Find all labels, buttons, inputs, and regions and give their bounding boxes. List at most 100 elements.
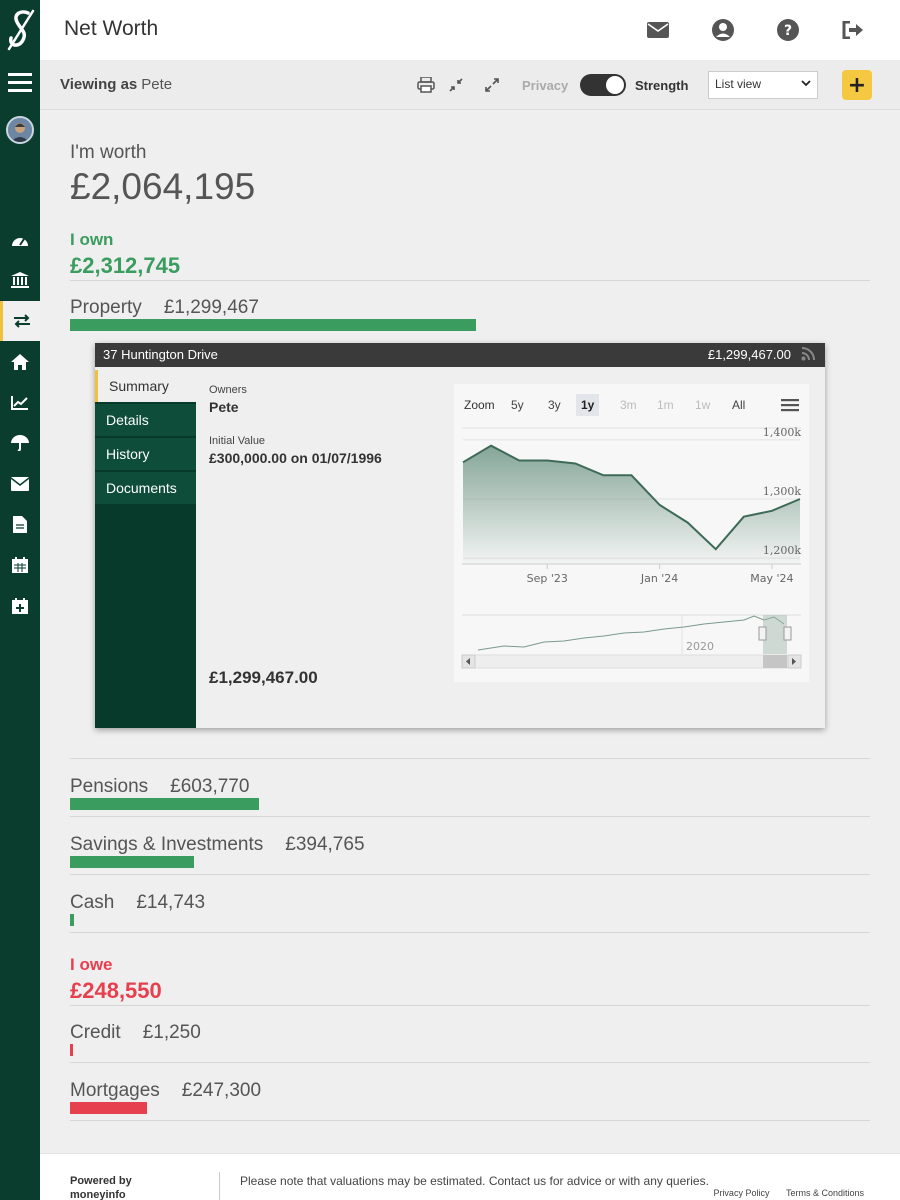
powered-by-label: Powered by bbox=[70, 1175, 132, 1187]
x-tick-label: May '24 bbox=[750, 572, 793, 585]
bank-icon bbox=[11, 272, 29, 288]
category-credit[interactable]: Credit £1,250 bbox=[70, 1022, 201, 1044]
menu-button[interactable] bbox=[0, 62, 40, 102]
chevron-down-icon bbox=[801, 80, 811, 87]
logout-button[interactable] bbox=[841, 18, 865, 42]
envelope-icon bbox=[647, 22, 669, 38]
sidebar-item-dashboard[interactable] bbox=[0, 220, 40, 260]
tab-history[interactable]: History bbox=[95, 438, 196, 470]
viewing-as-label: Viewing as bbox=[60, 76, 138, 93]
avatar[interactable] bbox=[6, 116, 34, 144]
category-bar-savings bbox=[70, 856, 194, 868]
calendar-plus-icon bbox=[12, 598, 28, 614]
collapse-all-button[interactable] bbox=[446, 75, 466, 95]
category-amount: £247,300 bbox=[181, 1080, 262, 1101]
divider bbox=[70, 1062, 870, 1063]
footer-separator bbox=[219, 1172, 220, 1200]
sidebar-item-documents[interactable] bbox=[0, 504, 40, 544]
privacy-label: Privacy bbox=[522, 78, 569, 93]
category-name: Savings & Investments bbox=[70, 834, 264, 855]
divider bbox=[70, 280, 870, 281]
sidebar-item-banking[interactable] bbox=[0, 260, 40, 300]
help-icon: ? bbox=[777, 19, 799, 41]
worth-value: £2,064,195 bbox=[70, 166, 256, 207]
footer-links: Privacy Policy Terms & Conditions bbox=[699, 1188, 864, 1198]
own-value: £2,312,745 bbox=[70, 253, 181, 278]
strength-label: Strength bbox=[635, 78, 689, 93]
divider bbox=[70, 932, 870, 933]
sidebar-item-messages[interactable] bbox=[0, 464, 40, 504]
category-cash[interactable]: Cash £14,743 bbox=[70, 892, 205, 914]
x-tick-label: Jan '24 bbox=[640, 572, 678, 585]
app-logo[interactable] bbox=[0, 0, 40, 60]
divider bbox=[70, 758, 870, 759]
sidebar-item-add-event[interactable] bbox=[0, 586, 40, 626]
printer-icon bbox=[417, 77, 435, 93]
umbrella-icon bbox=[11, 435, 29, 451]
document-icon bbox=[13, 515, 27, 533]
category-mortgages[interactable]: Mortgages £247,300 bbox=[70, 1080, 261, 1102]
top-header: Net Worth ? bbox=[40, 0, 900, 60]
sidebar-item-net-worth[interactable] bbox=[0, 301, 40, 341]
profile-button[interactable] bbox=[711, 18, 735, 42]
navigator-handle-right[interactable] bbox=[783, 626, 792, 641]
sidebar-item-insurance[interactable] bbox=[0, 423, 40, 463]
navigator-scrollbar[interactable] bbox=[461, 654, 802, 669]
x-tick-label: Sep '23 bbox=[527, 572, 568, 585]
category-name: Property bbox=[70, 297, 142, 318]
navigator-label: 2020 bbox=[686, 640, 714, 653]
category-property[interactable]: Property £1,299,467 bbox=[70, 297, 259, 319]
expand-all-button[interactable] bbox=[482, 75, 502, 95]
view-select[interactable]: List view bbox=[708, 71, 818, 99]
viewing-as-name[interactable]: Pete bbox=[141, 76, 172, 93]
divider bbox=[70, 1120, 870, 1121]
navigator-series bbox=[477, 615, 785, 651]
logout-icon bbox=[842, 21, 863, 39]
category-amount: £603,770 bbox=[170, 776, 250, 797]
category-bar-credit bbox=[70, 1044, 73, 1056]
calendar-icon bbox=[12, 557, 28, 573]
toggle-knob bbox=[606, 76, 624, 94]
chart-canvas: 1,400k1,300k1,200kSep '23 Jan '24 May '24 … bbox=[461, 426, 802, 669]
add-button[interactable]: + bbox=[842, 70, 872, 100]
divider bbox=[70, 1005, 870, 1006]
navigator-handle-left[interactable] bbox=[758, 626, 767, 641]
tab-documents[interactable]: Documents bbox=[95, 472, 196, 504]
category-name: Credit bbox=[70, 1022, 121, 1043]
category-bar-property bbox=[70, 319, 476, 331]
sidebar-item-investments[interactable] bbox=[0, 383, 40, 423]
scrollbar-thumb[interactable] bbox=[763, 655, 787, 668]
initial-value: £300,000.00 on 01/07/1996 bbox=[209, 450, 382, 466]
compress-icon bbox=[449, 78, 463, 92]
category-savings[interactable]: Savings & Investments £394,765 bbox=[70, 834, 365, 856]
tab-summary[interactable]: Summary bbox=[95, 370, 196, 402]
category-bar-cash bbox=[70, 914, 74, 926]
page-title: Net Worth bbox=[64, 17, 159, 40]
help-button[interactable]: ? bbox=[776, 18, 800, 42]
toolbar: Viewing as Pete Privacy Strength List vie… bbox=[40, 60, 900, 110]
category-name: Mortgages bbox=[70, 1080, 160, 1101]
series-area bbox=[463, 445, 800, 564]
property-header[interactable]: 37 Huntington Drive £1,299,467.00 bbox=[95, 343, 825, 367]
privacy-policy-link[interactable]: Privacy Policy bbox=[713, 1188, 769, 1198]
owe-value: £248,550 bbox=[70, 978, 162, 1003]
category-amount: £1,299,467 bbox=[163, 297, 259, 318]
category-amount: £394,765 bbox=[285, 834, 365, 855]
powered-by: Powered by moneyinfo bbox=[70, 1174, 132, 1200]
view-select-value: List view bbox=[715, 77, 762, 91]
transfer-icon bbox=[13, 314, 30, 328]
logo-icon bbox=[7, 9, 35, 51]
own-label: I own bbox=[70, 230, 114, 249]
owe-label: I owe bbox=[70, 955, 113, 974]
tab-details[interactable]: Details bbox=[95, 404, 196, 436]
sidebar-item-calendar[interactable] bbox=[0, 545, 40, 585]
privacy-toggle[interactable] bbox=[580, 74, 626, 96]
navigator-selection[interactable] bbox=[763, 615, 787, 654]
messages-button[interactable] bbox=[646, 18, 670, 42]
category-pensions[interactable]: Pensions £603,770 bbox=[70, 776, 249, 798]
powered-by-brand[interactable]: moneyinfo bbox=[70, 1188, 132, 1200]
sidebar-item-property[interactable] bbox=[0, 342, 40, 382]
print-button[interactable] bbox=[416, 75, 436, 95]
terms-link[interactable]: Terms & Conditions bbox=[786, 1188, 864, 1198]
footer: Powered by moneyinfo Please note that va… bbox=[40, 1153, 900, 1200]
